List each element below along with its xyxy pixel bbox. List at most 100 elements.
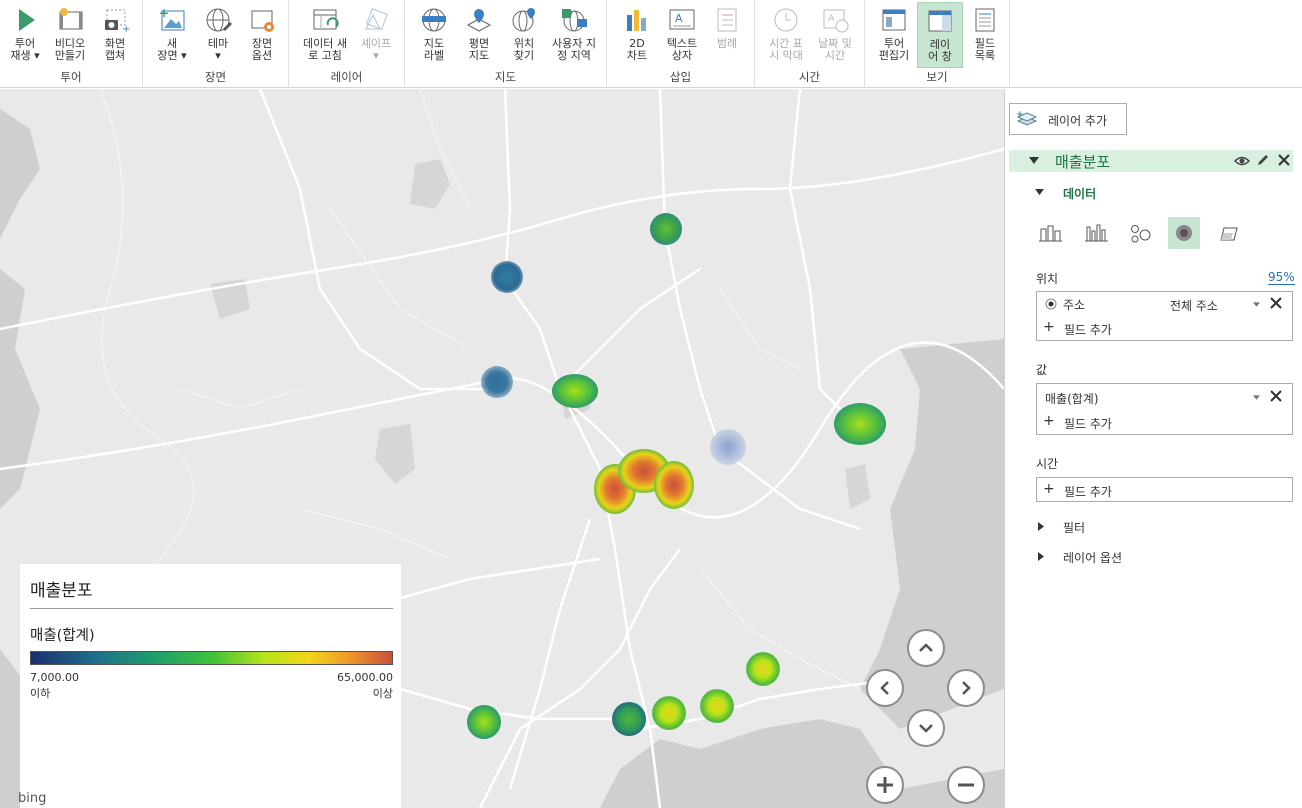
map-labels-button[interactable]: 지도 라벨 [411, 2, 457, 68]
plus-icon[interactable]: + [1043, 319, 1055, 335]
find-location-button[interactable]: 위치 찾기 [501, 2, 547, 68]
clock-icon [774, 8, 798, 32]
ribbon-group-time: 시간 표시 막대 A 날짜 및 시간 시간 [755, 0, 865, 88]
chevron-right-icon [962, 681, 971, 695]
tour-editor-icon [882, 9, 906, 31]
ribbon-group-layer: 데이터 새로 고침 셰이프 ▾ 레이어 [289, 0, 405, 88]
layer-pane-button[interactable]: 레이 어 창 [917, 2, 963, 68]
add-layer-button[interactable]: + 레이어 추가 [1009, 103, 1127, 135]
map-canvas[interactable]: 매출분포 매출(합계) 7,000.00 이하 65,000.00 이상 bin… [0, 89, 1004, 808]
stacked-column-viz-button[interactable] [1035, 219, 1065, 249]
data-collapse-icon[interactable] [1035, 189, 1044, 196]
time-field-box[interactable]: + 필드 추가 [1036, 477, 1293, 502]
add-layer-label: 레이어 추가 [1048, 114, 1108, 128]
theme-button[interactable]: 테마 ▾ [195, 2, 241, 68]
scene-options-icon [251, 10, 274, 32]
tour-editor-button[interactable]: 투어 편집기 [871, 2, 917, 68]
ribbon-group-tour: 투어 재생 ▾ 비디오 만들기 + 화면 캡쳐 투어 [0, 0, 143, 88]
legend-icon [717, 8, 737, 32]
group-label-layer: 레이어 [330, 70, 363, 84]
plus-icon[interactable]: + [1043, 481, 1055, 497]
refresh-data-button[interactable]: 데이터 새로 고침 [297, 2, 353, 68]
add-layer-icon: + [1016, 110, 1038, 126]
pencil-icon[interactable] [1256, 153, 1270, 167]
play-tour-button[interactable]: 투어 재생 ▾ [2, 2, 48, 68]
new-scene-button[interactable]: + 새 장면 ▾ [149, 2, 195, 68]
text-box-button[interactable]: A 텍스트 상자 [659, 2, 705, 68]
custom-regions-icon [562, 9, 587, 32]
bar-chart-icon [627, 10, 646, 31]
pan-right-button[interactable] [947, 669, 985, 707]
dropdown-arrow-icon[interactable] [1253, 302, 1260, 307]
chevron-left-icon [880, 681, 889, 695]
value-field-name[interactable]: 매출(합계) [1045, 390, 1099, 407]
value-add-field[interactable]: 필드 추가 [1064, 415, 1112, 432]
radio-selected-icon[interactable] [1045, 298, 1057, 310]
pan-up-button[interactable] [907, 629, 945, 667]
svg-text:A: A [675, 12, 683, 25]
group-label-tour: 투어 [60, 70, 82, 84]
close-icon[interactable] [1277, 153, 1291, 167]
location-add-field[interactable]: 필드 추가 [1064, 321, 1112, 338]
pan-down-button[interactable] [907, 709, 945, 747]
expand-triangle-icon[interactable] [1038, 552, 1044, 561]
zoom-in-button[interactable] [866, 766, 904, 804]
scene-options-button[interactable]: 장면 옵션 [239, 2, 285, 68]
region-viz-button[interactable] [1213, 219, 1243, 249]
bubble-icon [1131, 225, 1151, 243]
plus-icon[interactable]: + [1043, 413, 1055, 429]
layer-header[interactable]: 매출분포 [1009, 150, 1293, 172]
data-section-title[interactable]: 데이터 [1063, 185, 1096, 202]
location-field-box: 주소 전체 주소 + 필드 추가 [1036, 291, 1293, 341]
ribbon-group-insert: 2D 차트 A 텍스트 상자 범례 삽입 [607, 0, 755, 88]
refresh-table-icon [313, 9, 339, 30]
chevron-up-icon [919, 643, 933, 652]
field-list-button[interactable]: 필드 목록 [962, 2, 1008, 68]
shape-button[interactable]: 셰이프 ▾ [353, 2, 399, 68]
heat-spot [491, 261, 523, 293]
bubble-viz-button[interactable] [1125, 219, 1155, 249]
location-field-name[interactable]: 주소 [1063, 296, 1085, 313]
heat-map-viz-button[interactable] [1168, 217, 1200, 249]
layer-options-section[interactable]: 레이어 옵션 [1063, 549, 1122, 566]
legend-max-label: 이상 [372, 687, 393, 700]
ribbon-group-scene: + 새 장면 ▾ 테마 ▾ 장면 옵션 장면 [143, 0, 289, 88]
remove-field-icon[interactable] [1269, 296, 1283, 310]
pan-left-button[interactable] [866, 669, 904, 707]
new-scene-icon: + [159, 6, 185, 31]
heat-map-icon [1176, 225, 1192, 241]
create-video-button[interactable]: 비디오 만들기 [47, 2, 93, 68]
camera-icon: + [105, 9, 130, 35]
collapse-triangle-icon[interactable] [1029, 157, 1039, 165]
heat-spot [834, 403, 886, 445]
globe-icon [206, 8, 232, 32]
2d-chart-button[interactable]: 2D 차트 [614, 2, 660, 68]
layer-pane: + 레이어 추가 매출분포 데이터 위치 95% 주소 전체 주소 + 필드 추… [1004, 89, 1302, 808]
capture-screen-button[interactable]: + 화면 캡쳐 [92, 2, 138, 68]
dropdown-arrow-icon[interactable] [1253, 395, 1260, 400]
time-bar-button[interactable]: 시간 표시 막대 [763, 2, 809, 68]
group-label-scene: 장면 [204, 70, 227, 84]
filter-section[interactable]: 필터 [1063, 519, 1085, 536]
value-field-box: 매출(합계) + 필드 추가 [1036, 383, 1293, 435]
date-time-button[interactable]: A 날짜 및 시간 [810, 2, 860, 68]
zoom-out-button[interactable] [947, 766, 985, 804]
layer-name[interactable]: 매출분포 [1055, 151, 1110, 172]
location-label: 위치 [1036, 272, 1059, 286]
legend-button[interactable]: 범례 [704, 2, 750, 68]
map-labels-icon [422, 8, 446, 32]
heat-spot [552, 374, 598, 408]
clustered-column-viz-button[interactable] [1081, 219, 1111, 249]
heat-spot [467, 705, 501, 739]
location-match-percent[interactable]: 95% [1268, 270, 1295, 285]
flat-map-button[interactable]: 평면 지도 [456, 2, 502, 68]
time-add-field[interactable]: 필드 추가 [1064, 483, 1112, 500]
eye-icon[interactable] [1234, 154, 1250, 168]
location-type-select[interactable]: 전체 주소 [1170, 297, 1218, 314]
group-label-insert: 삽입 [669, 70, 692, 84]
remove-field-icon[interactable] [1269, 389, 1283, 403]
svg-text:+: + [159, 6, 169, 20]
map-legend[interactable]: 매출분포 매출(합계) 7,000.00 이하 65,000.00 이상 [20, 564, 401, 808]
custom-regions-button[interactable]: 사용자 지정 지역 [545, 2, 603, 68]
expand-triangle-icon[interactable] [1038, 522, 1044, 531]
